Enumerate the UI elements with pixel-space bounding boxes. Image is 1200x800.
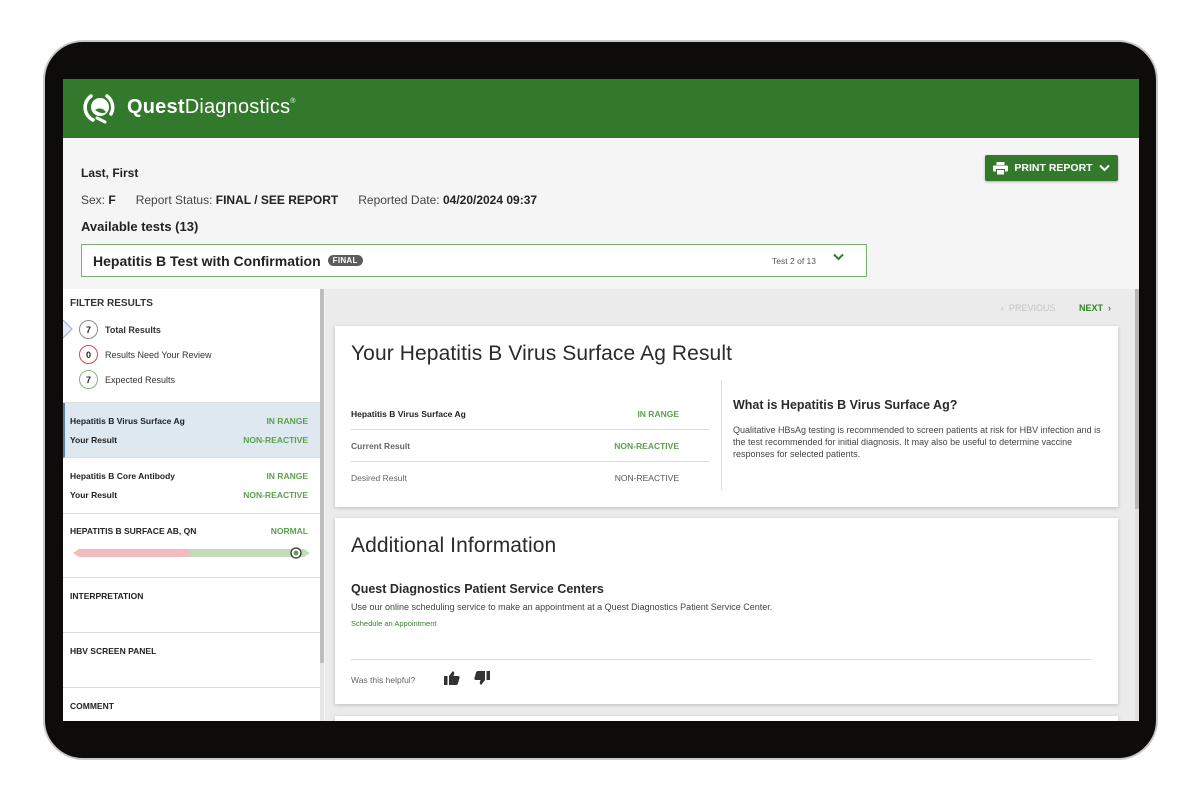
filter-label: Expected Results [105, 374, 176, 385]
result-value: NON-REACTIVE [243, 435, 308, 445]
sidebar-item-hbsag[interactable]: Hepatitis B Virus Surface Ag IN RANGE You… [63, 403, 320, 458]
top-header: QuestDiagnostics® [63, 79, 1139, 138]
filter-need-review[interactable]: 0 Results Need Your Review [79, 345, 212, 364]
count-circle: 7 [79, 370, 98, 389]
app-screen: QuestDiagnostics® Last, First Sex: F Rep… [63, 79, 1139, 721]
main-scrollbar-thumb[interactable] [1135, 289, 1139, 509]
row-label: Current Result [351, 440, 411, 451]
selected-test-title: Hepatitis B Test with Confirmation [93, 252, 321, 269]
result-name: HEPATITIS B SURFACE AB, QN [70, 526, 197, 536]
filter-label: Results Need Your Review [105, 349, 212, 360]
section-name: COMMENT [70, 701, 114, 711]
row-label: Desired Result [351, 473, 407, 483]
test-position: Test 2 of 13 [772, 256, 816, 266]
report-meta: Sex: F Report Status: FINAL / SEE REPORT… [81, 193, 537, 207]
result-name: Hepatitis B Core Antibody [70, 471, 175, 481]
report-status-field: Report Status: FINAL / SEE REPORT [135, 193, 339, 207]
reference-range-bar [73, 549, 310, 557]
psc-body: Use our online scheduling service to mak… [351, 602, 773, 612]
filter-total-results[interactable]: 7 Total Results [79, 320, 161, 339]
result-marker-icon [290, 547, 302, 559]
print-report-button[interactable]: PRINT REPORT [985, 155, 1118, 181]
chevron-down-icon [833, 253, 844, 261]
helpful-label: Was this helpful? [351, 675, 416, 685]
result-status: IN RANGE [266, 416, 308, 426]
sidebar-item-hbv-screen-panel[interactable]: HBV SCREEN PANEL [63, 633, 320, 688]
result-value: NON-REACTIVE [243, 490, 308, 500]
results-sidebar: FILTER RESULTS 7 Total Results 0 Results… [63, 289, 323, 721]
selected-filter-arrow-icon [63, 319, 73, 339]
count-circle: 0 [79, 345, 98, 364]
test-selector-dropdown[interactable]: Hepatitis B Test with Confirmation FINAL… [81, 244, 867, 277]
additional-info-title: Additional Information [351, 534, 557, 557]
filter-results-heading: FILTER RESULTS [70, 298, 153, 309]
printer-icon [993, 161, 1009, 175]
result-sub-label: Your Result [70, 435, 118, 445]
what-is-body: Qualitative HBsAg testing is recommended… [733, 425, 1101, 459]
available-tests-heading: Available tests (13) [81, 219, 199, 234]
divider [721, 380, 722, 490]
print-report-label: PRINT REPORT [1014, 162, 1093, 174]
section-name: HBV SCREEN PANEL [70, 646, 157, 656]
sex-field: Sex: F [81, 193, 116, 207]
result-card-title: Your Hepatitis B Virus Surface Ag Result [351, 342, 733, 365]
next-card [335, 716, 1118, 721]
patient-name: Last, First [81, 166, 139, 180]
row-label: Hepatitis B Virus Surface Ag [351, 408, 466, 419]
brand-logo[interactable]: QuestDiagnostics® [81, 88, 296, 126]
thumbs-down-icon[interactable] [474, 671, 490, 685]
thumbs-up-icon[interactable] [444, 671, 460, 685]
result-row: Desired Result NON-REACTIVE [351, 462, 709, 494]
reported-date-field: Reported Date: 04/20/2024 09:37 [358, 193, 538, 207]
sidebar-scrollbar-thumb[interactable] [320, 289, 324, 663]
sidebar-item-core-antibody[interactable]: Hepatitis B Core Antibody IN RANGE Your R… [63, 458, 320, 514]
result-card: Your Hepatitis B Virus Surface Ag Result… [335, 326, 1118, 507]
divider [351, 659, 1091, 660]
filter-expected-results[interactable]: 7 Expected Results [79, 370, 175, 389]
sidebar-item-interpretation[interactable]: INTERPRETATION [63, 578, 320, 633]
result-sub-label: Your Result [70, 490, 118, 500]
result-status: IN RANGE [266, 471, 308, 481]
row-value: IN RANGE [637, 408, 679, 419]
result-status: NORMAL [270, 526, 308, 536]
final-badge: FINAL [327, 255, 363, 266]
quest-q-logo-icon [83, 94, 115, 124]
row-value: NON-REACTIVE [614, 440, 679, 451]
additional-info-card: Additional Information Quest Diagnostics… [335, 518, 1118, 704]
sidebar-item-surface-ab-qn[interactable]: HEPATITIS B SURFACE AB, QN NORMAL [63, 514, 320, 578]
result-row: Current Result NON-REACTIVE [351, 430, 709, 462]
row-value: NON-REACTIVE [614, 473, 679, 483]
previous-button[interactable]: ‹ PREVIOUS [1001, 303, 1056, 313]
sidebar-item-comment[interactable]: COMMENT [63, 688, 320, 721]
result-table: Hepatitis B Virus Surface Ag IN RANGE Cu… [351, 398, 709, 494]
psc-title: Quest Diagnostics Patient Service Center… [351, 582, 604, 596]
chevron-down-icon [1098, 164, 1110, 172]
result-row: Hepatitis B Virus Surface Ag IN RANGE [351, 398, 709, 430]
what-is-title: What is Hepatitis B Virus Surface Ag? [733, 398, 958, 412]
filter-label: Total Results [105, 324, 161, 335]
next-button[interactable]: NEXT › [1079, 303, 1111, 313]
count-circle: 7 [79, 320, 98, 339]
schedule-appointment-link[interactable]: Schedule an Appointment [351, 619, 436, 628]
brand-name: QuestDiagnostics® [127, 95, 296, 118]
result-name: Hepatitis B Virus Surface Ag [70, 416, 185, 426]
section-name: INTERPRETATION [70, 591, 144, 601]
range-low-segment [73, 549, 190, 557]
